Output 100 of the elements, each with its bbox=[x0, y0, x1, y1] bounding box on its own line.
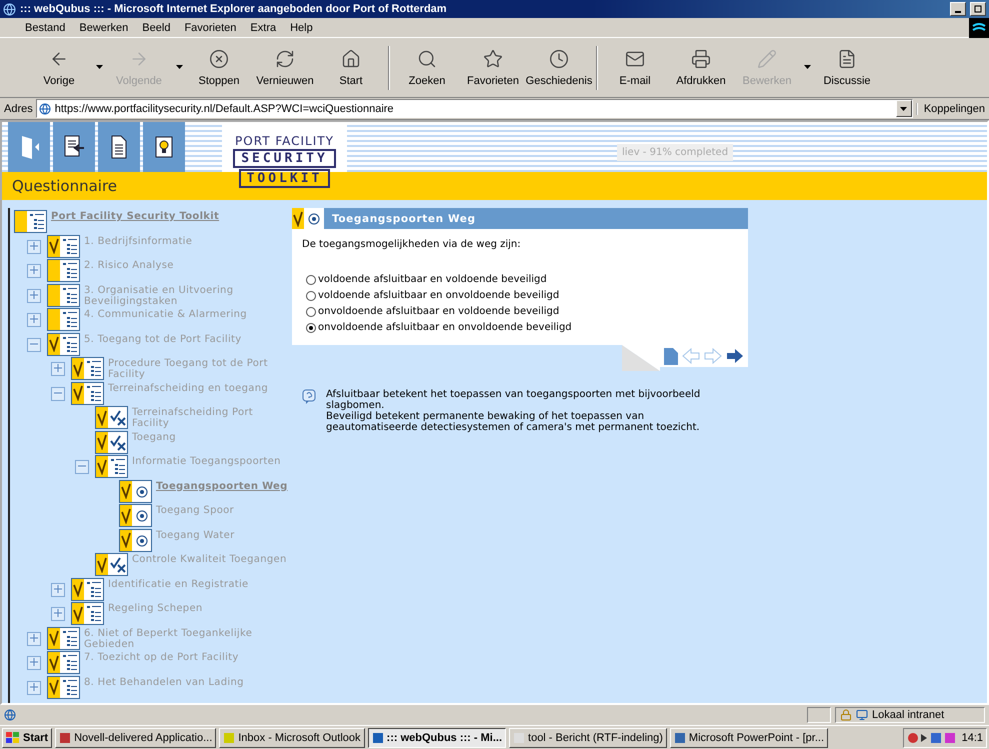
node-icon[interactable] bbox=[47, 626, 80, 650]
taskbar-button[interactable]: Inbox - Microsoft Outlook bbox=[219, 728, 365, 748]
collapse-button[interactable] bbox=[51, 386, 65, 400]
node-icon[interactable] bbox=[47, 284, 80, 306]
node-icon[interactable] bbox=[95, 553, 128, 576]
lightbulb-icon bbox=[153, 134, 175, 160]
expand-button[interactable] bbox=[27, 240, 41, 254]
expand-button[interactable] bbox=[27, 313, 41, 327]
minimize-button[interactable] bbox=[950, 2, 966, 16]
clock: 14:1 bbox=[962, 732, 983, 744]
page-icon bbox=[4, 709, 16, 721]
toolbar-button[interactable]: Afdrukken bbox=[668, 42, 734, 94]
help-text: Afsluitbaar betekent het toepassen van toegangspoorten met bijvoorbeeld slagbomen. bbox=[326, 389, 702, 411]
question-text: De toegangsmogelijkheden via de weg zijn: bbox=[302, 239, 522, 250]
checkmark-icon bbox=[49, 654, 59, 670]
node-icon[interactable] bbox=[119, 480, 152, 502]
node-icon[interactable] bbox=[71, 602, 104, 625]
plus-icon bbox=[30, 242, 38, 250]
plus-icon bbox=[30, 266, 38, 274]
plus-icon bbox=[54, 609, 62, 617]
caret-icon bbox=[176, 65, 182, 69]
outline-icon bbox=[60, 628, 78, 648]
menu-item[interactable]: Beeld bbox=[135, 22, 178, 34]
toolbar-button[interactable]: Stoppen bbox=[186, 42, 252, 94]
option-label[interactable]: onvoldoende afsluitbaar en voldoende beveiligd bbox=[318, 306, 560, 317]
expand-button[interactable] bbox=[27, 656, 41, 670]
node-icon[interactable] bbox=[119, 528, 152, 552]
expand-button[interactable] bbox=[51, 582, 65, 596]
node-icon[interactable] bbox=[14, 210, 47, 233]
node-icon[interactable] bbox=[71, 578, 104, 600]
pencil-icon bbox=[757, 48, 777, 68]
start-button[interactable]: Start bbox=[2, 728, 52, 748]
help-icon bbox=[302, 389, 316, 405]
caret-icon bbox=[804, 65, 810, 69]
expand-button[interactable] bbox=[27, 632, 41, 646]
toolbar-button[interactable]: Start bbox=[318, 42, 384, 94]
node-icon[interactable] bbox=[47, 676, 80, 698]
menu-item[interactable]: Bestand bbox=[18, 22, 72, 34]
forward-arrow-icon[interactable] bbox=[726, 348, 744, 364]
toolbar-button[interactable]: Vernieuwen bbox=[252, 42, 318, 94]
expand-button[interactable] bbox=[27, 288, 41, 302]
outline-icon bbox=[84, 580, 102, 598]
toolbar-button[interactable]: Favorieten bbox=[460, 42, 526, 94]
check-cross-icon bbox=[108, 555, 126, 574]
node-icon[interactable] bbox=[47, 259, 80, 282]
dropdown-button[interactable] bbox=[896, 100, 912, 117]
address-field[interactable]: https://www.portfacilitysecurity.nl/Default.ASP?WCI=wciQuestionnaire bbox=[36, 99, 913, 118]
toolbar-button[interactable]: Geschiedenis bbox=[526, 42, 592, 94]
collapse-button[interactable] bbox=[27, 338, 41, 352]
menu-item[interactable]: Extra bbox=[243, 22, 284, 34]
expand-button[interactable] bbox=[27, 680, 41, 694]
taskbar-button[interactable]: Novell-delivered Applicatio... bbox=[55, 728, 216, 748]
menu-item[interactable]: Favorieten bbox=[177, 22, 244, 34]
radio-button[interactable] bbox=[306, 290, 316, 300]
expand-button[interactable] bbox=[51, 607, 65, 621]
node-icon[interactable] bbox=[47, 234, 80, 258]
option-label[interactable]: onvoldoende afsluitbaar en onvoldoende beveiligd bbox=[318, 322, 572, 333]
option-label[interactable]: voldoende afsluitbaar en onvoldoende beveiligd bbox=[318, 290, 560, 301]
node-icon[interactable] bbox=[95, 406, 128, 429]
node-icon[interactable] bbox=[71, 382, 104, 404]
menu-item[interactable]: Bewerken bbox=[72, 22, 136, 34]
app-icon bbox=[223, 732, 236, 744]
option-label[interactable]: voldoende afsluitbaar en voldoende beveiligd bbox=[318, 274, 547, 285]
taskbar-button[interactable]: tool - Bericht (RTF-indeling) bbox=[509, 728, 667, 748]
browser-icon bbox=[3, 2, 16, 16]
toolbar-button[interactable]: Vorige bbox=[26, 42, 92, 94]
caret-icon bbox=[900, 106, 908, 110]
expand-button[interactable] bbox=[27, 264, 41, 278]
node-icon[interactable] bbox=[47, 308, 80, 331]
document-tab[interactable] bbox=[98, 122, 140, 172]
taskbar-button[interactable]: ::: webQubus ::: - Mi... bbox=[368, 728, 506, 748]
radio-button[interactable] bbox=[306, 322, 316, 332]
node-icon[interactable] bbox=[95, 430, 128, 454]
flag-icon bbox=[6, 732, 20, 744]
toolbar-button[interactable]: Zoeken bbox=[394, 42, 460, 94]
expand-button[interactable] bbox=[51, 362, 65, 376]
node-icon[interactable] bbox=[95, 455, 128, 478]
links-label[interactable]: Koppelingen bbox=[916, 102, 985, 114]
radio-button[interactable] bbox=[306, 306, 316, 316]
page-icon bbox=[38, 102, 51, 114]
outline-icon bbox=[60, 236, 78, 256]
toolbar-button[interactable]: Discussie bbox=[814, 42, 880, 94]
menu-item[interactable]: Help bbox=[283, 22, 320, 34]
node-icon[interactable] bbox=[47, 332, 80, 356]
maximize-button[interactable] bbox=[970, 2, 986, 16]
node-icon[interactable] bbox=[47, 651, 80, 674]
import-tab[interactable] bbox=[53, 122, 95, 172]
radio-button[interactable] bbox=[306, 274, 316, 284]
collapse-button[interactable] bbox=[75, 460, 89, 474]
lightbulb-tab[interactable] bbox=[143, 122, 185, 172]
taskbar-button[interactable]: Microsoft PowerPoint - [pr... bbox=[670, 728, 828, 748]
node-icon[interactable] bbox=[71, 357, 104, 380]
node-icon[interactable] bbox=[119, 504, 152, 527]
status-pane bbox=[807, 707, 831, 723]
plus-icon bbox=[30, 634, 38, 642]
refresh-icon bbox=[275, 48, 295, 68]
outline-icon bbox=[60, 261, 78, 280]
toolbar-button[interactable]: E-mail bbox=[602, 42, 668, 94]
document-icon[interactable] bbox=[664, 348, 678, 364]
printer-icon bbox=[691, 48, 711, 68]
